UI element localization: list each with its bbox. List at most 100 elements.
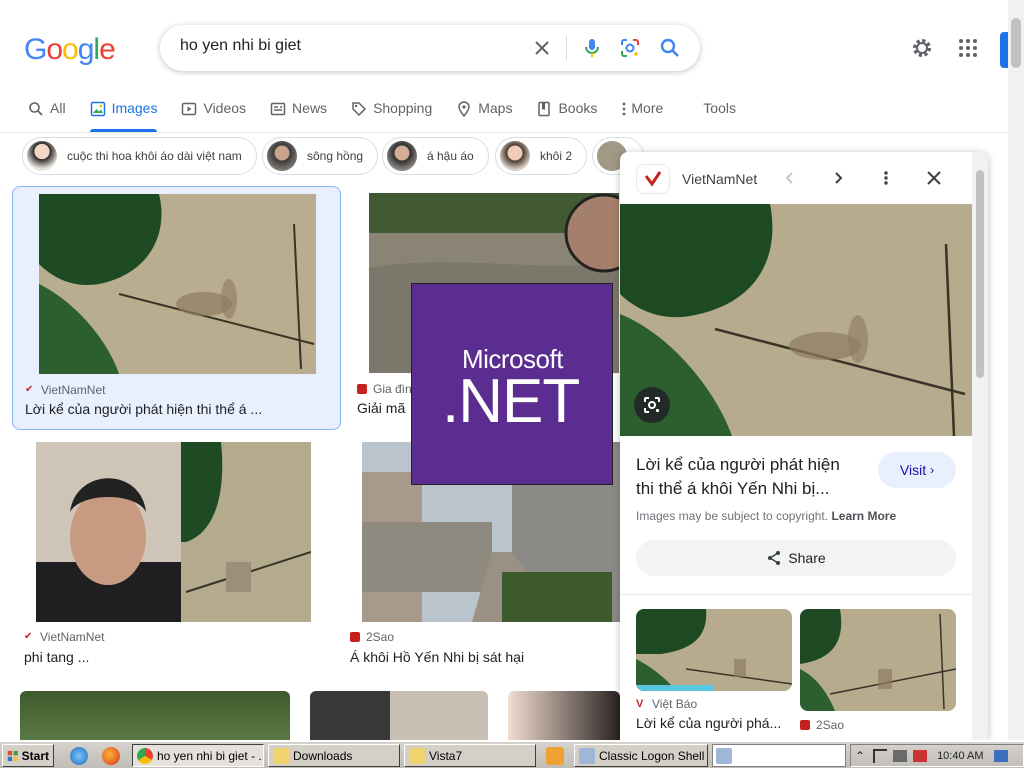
preview-title[interactable]: Lời kể của người phát hiện thi thể á khô… bbox=[636, 453, 856, 501]
preview-scrollbar[interactable] bbox=[972, 152, 988, 740]
related-source-name: Việt Báo bbox=[652, 697, 698, 711]
learn-more-link[interactable]: Learn More bbox=[831, 509, 896, 523]
clear-search-icon[interactable] bbox=[530, 36, 554, 60]
page-scrollbar[interactable] bbox=[1008, 0, 1024, 740]
system-tray: ⌃ 10:40 AM bbox=[850, 744, 1024, 767]
google-logo[interactable]: Google bbox=[24, 33, 116, 67]
taskbar-item-label: Downloads bbox=[293, 748, 353, 763]
news-icon bbox=[270, 101, 286, 117]
page-scrollbar-thumb[interactable] bbox=[1011, 18, 1021, 68]
taskbar-address-input[interactable] bbox=[712, 744, 846, 767]
result-title[interactable]: Lời kể của người phát hiện thi thể á ... bbox=[25, 401, 325, 417]
chip-related-search[interactable]: sông hồng bbox=[262, 137, 379, 175]
volume-muted-icon[interactable] bbox=[913, 749, 928, 762]
tab-label: Books bbox=[558, 100, 598, 116]
windows-logo-icon bbox=[7, 750, 18, 761]
chip-related-search[interactable]: khôi 2 bbox=[495, 137, 588, 175]
tab-all[interactable]: All bbox=[28, 100, 66, 132]
chip-related-search[interactable]: cuộc thi hoa khôi áo dài việt nam bbox=[22, 137, 257, 175]
chip-label: khôi 2 bbox=[540, 149, 573, 163]
related-image-thumbnail[interactable] bbox=[636, 609, 792, 691]
media-player-icon[interactable] bbox=[546, 747, 564, 765]
result-source-name: VietNamNet bbox=[40, 630, 105, 644]
result-thumbnail[interactable] bbox=[20, 691, 290, 740]
taskbar-item-downloads[interactable]: Downloads bbox=[268, 744, 400, 767]
flag-icon[interactable] bbox=[873, 748, 888, 763]
internet-explorer-icon[interactable] bbox=[70, 747, 88, 765]
result-source: ✔ VietNamNet bbox=[24, 630, 104, 644]
related-source: V Việt Báo bbox=[636, 697, 697, 711]
lens-icon[interactable] bbox=[634, 387, 670, 423]
tabs-divider bbox=[0, 132, 1008, 133]
preview-scrollbar-thumb[interactable] bbox=[976, 170, 984, 378]
result-title[interactable]: Giải mã bbox=[357, 400, 417, 416]
tab-videos[interactable]: Videos bbox=[181, 100, 246, 132]
tray-clock[interactable]: 10:40 AM bbox=[937, 750, 983, 762]
preview-site-name[interactable]: VietNamNet bbox=[682, 171, 757, 187]
chrome-icon bbox=[137, 747, 153, 764]
apps-grid-icon[interactable] bbox=[956, 36, 980, 65]
start-button[interactable]: Start bbox=[2, 744, 54, 767]
share-button[interactable]: Share bbox=[636, 540, 956, 576]
related-source: 2Sao bbox=[800, 718, 844, 732]
dotnet-splash-title: .NET bbox=[442, 367, 580, 436]
windows-taskbar: Start ho yen nhi bi giet - ... Downloads… bbox=[0, 741, 1024, 768]
share-label: Share bbox=[788, 550, 826, 566]
image-result-card[interactable]: ✔ VietNamNet Lời kể của người phát hiện … bbox=[12, 186, 341, 430]
logo-letter: o bbox=[46, 33, 63, 66]
result-source: ✔ VietNamNet bbox=[25, 383, 105, 397]
taskbar-item-classic-logon[interactable]: Classic Logon Shell ... bbox=[574, 744, 708, 767]
lens-search-icon[interactable] bbox=[618, 36, 642, 60]
search-icon[interactable] bbox=[658, 36, 682, 60]
settings-gear-icon[interactable] bbox=[910, 36, 934, 65]
vietnamnet-logo-icon[interactable] bbox=[636, 164, 670, 194]
related-title[interactable]: Lời kể của người phá... bbox=[636, 715, 786, 731]
tab-images[interactable]: Images bbox=[89, 100, 157, 132]
logo-letter: g bbox=[77, 33, 95, 66]
tab-label: Videos bbox=[203, 100, 247, 116]
tab-books[interactable]: Books bbox=[536, 100, 597, 132]
tab-tools[interactable]: Tools bbox=[703, 100, 736, 132]
taskbar-item-browser[interactable]: ho yen nhi bi giet - ... bbox=[132, 744, 264, 767]
chip-related-search[interactable]: á hậu áo bbox=[382, 137, 489, 175]
more-vert-icon bbox=[621, 101, 627, 117]
chip-avatar bbox=[27, 141, 57, 171]
chip-avatar bbox=[387, 141, 417, 171]
result-thumbnail[interactable] bbox=[508, 691, 620, 740]
more-options-icon[interactable] bbox=[874, 166, 898, 190]
firefox-icon[interactable] bbox=[102, 747, 120, 765]
chevron-left-icon[interactable] bbox=[778, 166, 802, 190]
search-input[interactable] bbox=[180, 37, 520, 55]
result-thumbnail bbox=[39, 194, 316, 374]
taskbar-item-label: ho yen nhi bi giet - ... bbox=[157, 748, 264, 763]
tab-label: All bbox=[50, 100, 66, 116]
taskbar-item-vista7[interactable]: Vista7 bbox=[404, 744, 536, 767]
chevron-right-icon[interactable] bbox=[826, 166, 850, 190]
tab-more[interactable]: More bbox=[621, 100, 663, 132]
tray-expand-icon[interactable]: ⌃ bbox=[855, 749, 865, 763]
result-title[interactable]: phi tang ... bbox=[24, 649, 304, 665]
voice-search-icon[interactable] bbox=[580, 36, 604, 60]
search-divider bbox=[566, 36, 567, 60]
tab-maps[interactable]: Maps bbox=[456, 100, 512, 132]
share-icon bbox=[768, 551, 781, 565]
network-icon[interactable] bbox=[893, 749, 908, 762]
result-title[interactable]: Á khôi Hồ Yến Nhi bị sát hại bbox=[350, 649, 610, 665]
result-thumbnail[interactable] bbox=[310, 691, 488, 740]
related-image-thumbnail[interactable] bbox=[800, 609, 956, 711]
vietbao-favicon: V bbox=[636, 698, 644, 710]
tab-shopping[interactable]: Shopping bbox=[351, 100, 432, 132]
address-icon bbox=[716, 748, 732, 764]
show-desktop-icon[interactable] bbox=[993, 749, 1008, 762]
image-result-card[interactable]: ✔ VietNamNet phi tang ... bbox=[20, 442, 330, 672]
tab-news[interactable]: News bbox=[270, 100, 327, 132]
taskbar-item-label: Vista7 bbox=[429, 748, 463, 763]
close-icon[interactable] bbox=[922, 166, 946, 190]
tab-label: Tools bbox=[703, 100, 736, 116]
2sao-favicon bbox=[350, 632, 360, 642]
preview-image[interactable] bbox=[620, 204, 972, 436]
copyright-notice: Images may be subject to copyright. Lear… bbox=[636, 509, 896, 523]
visit-button[interactable]: Visit › bbox=[878, 452, 956, 488]
copyright-text: Images may be subject to copyright. bbox=[636, 509, 829, 523]
dotnet-splash-window: Microsoft .NET bbox=[411, 283, 613, 485]
